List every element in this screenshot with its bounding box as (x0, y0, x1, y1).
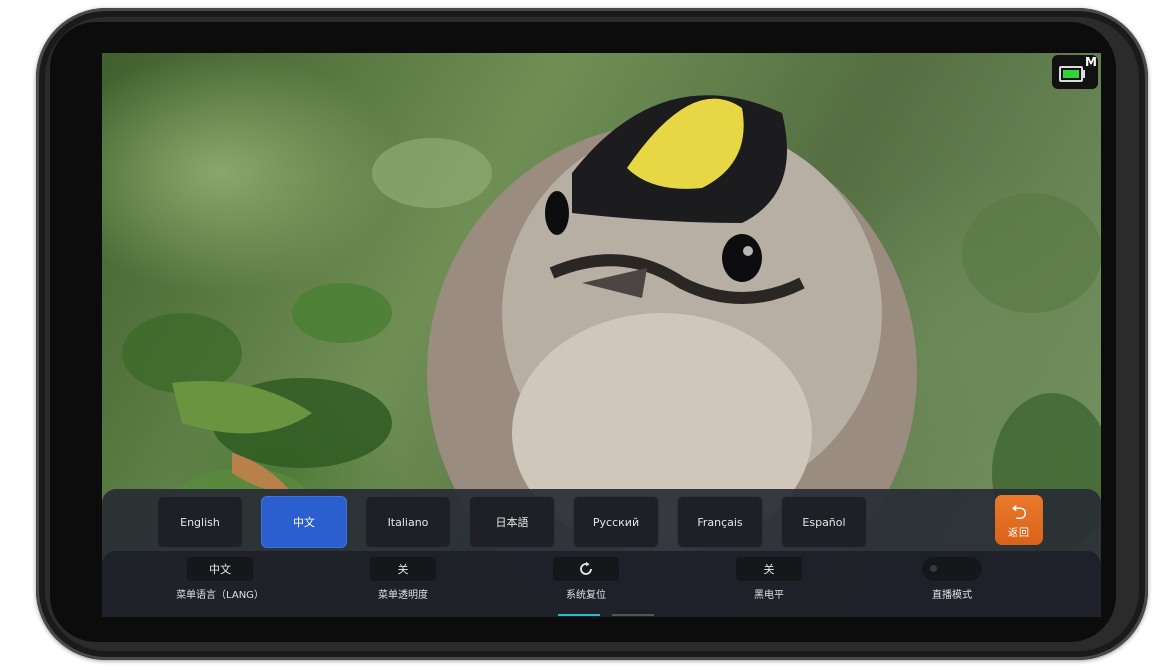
battery-indicator: M (1052, 55, 1098, 89)
black-level-value: 关 (736, 557, 802, 581)
lang-french-button[interactable]: Français (677, 496, 763, 548)
setting-transparency[interactable]: 关 菜单透明度 (348, 557, 458, 601)
lang-italian-button[interactable]: Italiano (365, 496, 451, 548)
language-row: English 中文 Italiano 日本語 Русский Français… (157, 496, 867, 548)
live-mode-label: 直播模式 (932, 590, 972, 601)
settings-row: 中文 菜单语言（LANG） 关 菜单透明度 系统复位 关 黑电平 直播模式 (102, 551, 1101, 617)
refresh-icon (553, 557, 619, 581)
osd-menu: English 中文 Italiano 日本語 Русский Français… (102, 489, 1101, 617)
transparency-value: 关 (370, 557, 436, 581)
page-indicator (612, 614, 654, 616)
back-button[interactable]: ⮌ 返回 (995, 495, 1043, 545)
return-arrow-icon: ⮌ (1010, 499, 1028, 524)
lang-japanese-button[interactable]: 日本語 (469, 496, 555, 548)
language-value: 中文 (187, 557, 253, 581)
selected-indicator (558, 614, 600, 616)
language-setting-label: 菜单语言（LANG） (176, 590, 264, 601)
black-level-label: 黑电平 (754, 590, 784, 601)
lang-russian-button[interactable]: Русский (573, 496, 659, 548)
setting-language[interactable]: 中文 菜单语言（LANG） (165, 557, 275, 601)
back-button-label: 返回 (1008, 527, 1030, 539)
setting-system-reset[interactable]: 系统复位 (531, 557, 641, 601)
lang-spanish-button[interactable]: Español (781, 496, 867, 548)
setting-live-mode[interactable]: 直播模式 (897, 557, 1007, 601)
lang-english-button[interactable]: English (157, 496, 243, 548)
mode-letter: M (1085, 55, 1097, 69)
lang-chinese-button[interactable]: 中文 (261, 496, 347, 548)
display-screen: M English 中文 Italiano 日本語 Русский França… (102, 53, 1101, 617)
system-reset-label: 系统复位 (566, 590, 606, 601)
battery-icon (1059, 66, 1083, 82)
setting-black-level[interactable]: 关 黑电平 (714, 557, 824, 601)
live-mode-toggle[interactable] (922, 557, 982, 581)
transparency-setting-label: 菜单透明度 (378, 590, 428, 601)
